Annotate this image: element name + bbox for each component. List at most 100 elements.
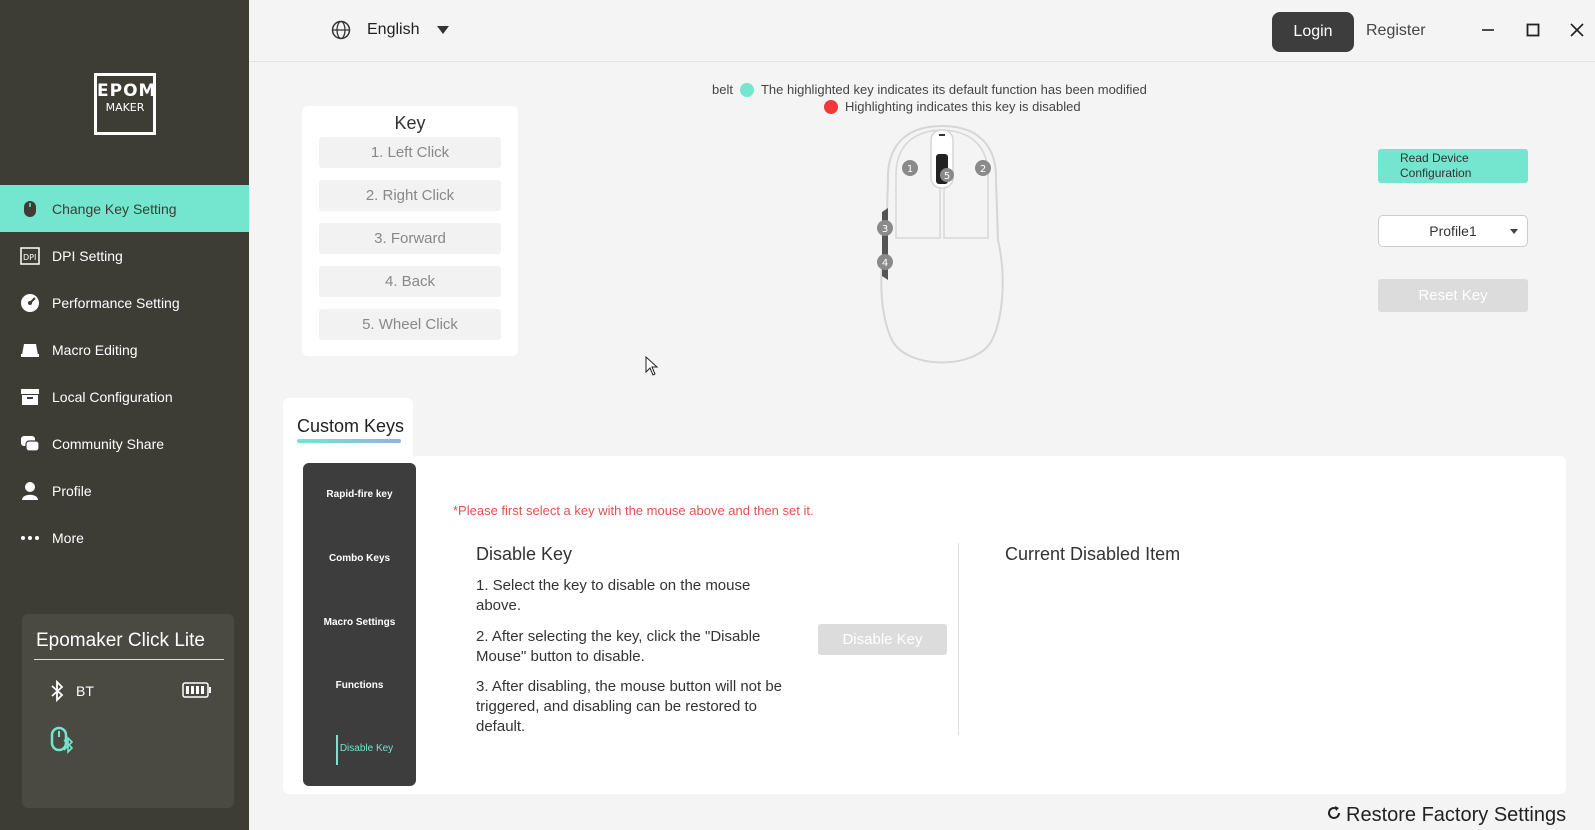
sidebar-item-label: Performance Setting	[52, 294, 180, 311]
disable-key-button[interactable]: Disable Key	[818, 624, 947, 655]
mouse-key-5[interactable]: 5	[940, 168, 954, 182]
sidebar-item-label: Local Configuration	[52, 388, 173, 405]
sidebar-item-profile[interactable]: Profile	[0, 467, 249, 514]
instruction-step-3: 3. After disabling, the mouse button wil…	[476, 678, 783, 735]
side-tab-combo-keys[interactable]: Combo Keys	[303, 553, 416, 564]
device-card: Epomaker Click Lite BT	[22, 614, 234, 808]
epomaker-logo: EPOM MAKER	[94, 73, 156, 135]
close-icon	[1570, 23, 1584, 37]
dpi-icon: DPI	[20, 246, 40, 266]
mouse-key-1-label: 1	[907, 164, 913, 175]
divider	[34, 659, 224, 660]
sidebar-item-label: Profile	[52, 482, 92, 499]
sidebar-item-label: Change Key Setting	[52, 200, 177, 217]
mouse-key-2-label: 2	[980, 164, 986, 175]
top-bar: English Login Register	[249, 0, 1595, 62]
profile-select-value: Profile1	[1429, 223, 1477, 239]
custom-keys-panel: Rapid-fire key Combo Keys Macro Settings…	[283, 456, 1566, 794]
side-tab-rapid-fire-key[interactable]: Rapid-fire key	[303, 489, 416, 500]
side-tab-functions[interactable]: Functions	[303, 680, 416, 691]
mouse-diagram: 1 2 3 4 5	[872, 120, 1012, 375]
reset-key-button[interactable]: Reset Key	[1378, 279, 1528, 312]
restore-factory-settings-label: Restore Factory Settings	[1346, 804, 1567, 826]
tab-underline	[297, 439, 401, 443]
legend-modified: belt The highlighted key indicates its d…	[712, 82, 1147, 97]
register-link[interactable]: Register	[1366, 22, 1426, 40]
sidebar-item-label: Community Share	[52, 435, 165, 452]
custom-side-tabs: Rapid-fire key Combo Keys Macro Settings…	[303, 463, 416, 786]
side-tab-macro-settings[interactable]: Macro Settings	[303, 617, 416, 628]
bluetooth-icon	[51, 680, 64, 702]
logo-text-bottom: MAKER	[105, 101, 145, 114]
sidebar-item-label: More	[52, 529, 84, 546]
disable-key-title: Disable Key	[476, 544, 573, 564]
maximize-button[interactable]	[1521, 18, 1545, 42]
read-device-configuration-button[interactable]: Read Device Configuration	[1378, 149, 1528, 183]
tab-custom-keys-label: Custom Keys	[297, 416, 405, 436]
active-tab-indicator	[336, 735, 338, 765]
language-selector[interactable]: English	[331, 20, 450, 40]
mouse-cursor-icon	[645, 355, 659, 381]
minimize-button[interactable]	[1476, 18, 1500, 42]
sidebar-item-change-key-setting[interactable]: Change Key Setting	[0, 185, 249, 232]
key-item-left-click[interactable]: 1. Left Click	[319, 137, 501, 168]
user-icon	[20, 481, 40, 501]
mouse-key-5-label: 5	[944, 171, 950, 182]
chevron-down-icon	[1510, 229, 1518, 234]
language-label: English	[367, 21, 420, 38]
login-button[interactable]: Login	[1272, 12, 1354, 52]
profile-select[interactable]: Profile1	[1378, 215, 1528, 247]
disabled-dot-icon	[824, 99, 838, 114]
legend-prefix: belt	[712, 82, 733, 97]
mouse-key-1[interactable]: 1	[902, 160, 918, 176]
instruction-step-2: 2. After selecting the key, click the "D…	[476, 628, 761, 665]
sidebar-item-performance-setting[interactable]: Performance Setting	[0, 279, 249, 326]
sidebar-item-label: Macro Editing	[52, 341, 138, 358]
divider	[958, 543, 959, 735]
modified-dot-icon	[739, 82, 754, 97]
close-button[interactable]	[1565, 18, 1589, 42]
sidebar-item-macro-editing[interactable]: Macro Editing	[0, 326, 249, 373]
mouse-key-4[interactable]: 4	[877, 254, 893, 270]
minimize-icon	[1482, 29, 1494, 31]
key-list-panel: Key 1. Left Click 2. Right Click 3. Forw…	[302, 106, 518, 356]
mouse-key-3-label: 3	[882, 224, 888, 235]
side-tab-disable-key[interactable]: Disable Key	[303, 735, 416, 765]
key-item-right-click[interactable]: 2. Right Click	[319, 180, 501, 211]
key-list-title: Key	[394, 113, 426, 133]
logo-text-top: EPOM	[97, 81, 157, 101]
chat-icon	[20, 434, 40, 454]
legend-disabled: Highlighting indicates this key is disab…	[817, 99, 1081, 114]
keyboard-icon	[20, 340, 40, 360]
key-item-forward[interactable]: 3. Forward	[319, 223, 501, 254]
connection-label: BT	[76, 683, 94, 699]
instruction-step-1: 1. Select the key to disable on the mous…	[476, 577, 751, 614]
legend-modified-text: The highlighted key indicates its defaul…	[760, 82, 1147, 97]
maximize-icon	[1526, 23, 1540, 37]
restore-factory-settings-button[interactable]: Restore Factory Settings	[1326, 804, 1566, 827]
key-item-back[interactable]: 4. Back	[319, 266, 501, 297]
sidebar-item-dpi-setting[interactable]: DPI DPI Setting	[0, 232, 249, 279]
sidebar-item-local-configuration[interactable]: Local Configuration	[0, 373, 249, 420]
mouse-icon	[20, 199, 40, 219]
mouse-key-4-label: 4	[882, 258, 888, 269]
hint-text: *Please first select a key with the mous…	[453, 503, 814, 518]
sidebar-nav: Change Key Setting DPI DPI Setting Perfo…	[0, 185, 249, 561]
more-icon	[20, 528, 40, 548]
sidebar-item-more[interactable]: More	[0, 514, 249, 561]
tab-custom-keys[interactable]: Custom Keys	[283, 398, 413, 456]
connection-status: BT	[50, 680, 94, 702]
sidebar-item-label: DPI Setting	[52, 247, 123, 264]
mouse-bluetooth-icon	[50, 726, 74, 759]
mouse-key-3[interactable]: 3	[877, 220, 893, 236]
refresh-icon	[1326, 804, 1342, 827]
chevron-down-icon	[437, 26, 450, 34]
battery-icon	[182, 682, 212, 703]
mouse-key-2[interactable]: 2	[975, 160, 991, 176]
sidebar-item-community-share[interactable]: Community Share	[0, 420, 249, 467]
svg-text:DPI: DPI	[23, 253, 36, 262]
sidebar: EPOM MAKER Change Key Setting DPI DPI Se…	[0, 0, 249, 830]
globe-icon	[331, 20, 351, 40]
archive-icon	[20, 387, 40, 407]
key-item-wheel-click[interactable]: 5. Wheel Click	[319, 309, 501, 340]
